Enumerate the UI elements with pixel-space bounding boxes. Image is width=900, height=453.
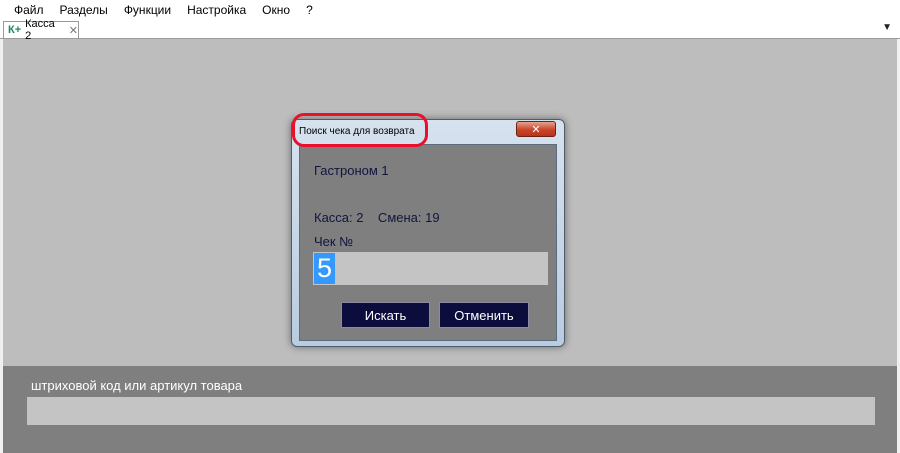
menu-functions[interactable]: Функции: [116, 0, 179, 20]
menu-file[interactable]: Файл: [0, 0, 52, 20]
cancel-button[interactable]: Отменить: [439, 302, 529, 328]
barcode-panel: штриховой код или артикул товара: [3, 366, 897, 453]
close-icon[interactable]: ✕: [69, 24, 78, 37]
menu-help[interactable]: ?: [298, 0, 321, 20]
tab-kassa-2[interactable]: К+ Касса 2 ✕: [3, 18, 79, 42]
dialog-title: Поиск чека для возврата: [299, 126, 415, 137]
dialog-body: Гастроном 1 Касса: 2 Смена: 19 Чек № 5 И…: [299, 144, 557, 341]
close-icon[interactable]: ✕: [516, 121, 556, 137]
menu-settings[interactable]: Настройка: [179, 0, 254, 20]
tab-bar: К+ Касса 2 ✕ ▼: [0, 18, 900, 42]
barcode-label: штриховой код или артикул товара: [31, 378, 243, 393]
menu-sections[interactable]: Разделы: [52, 0, 116, 20]
receipt-number-value: 5: [314, 253, 336, 284]
menu-window[interactable]: Окно: [254, 0, 298, 20]
chevron-down-icon[interactable]: ▼: [882, 22, 892, 33]
barcode-input[interactable]: [27, 397, 875, 425]
return-receipt-dialog: Поиск чека для возврата ✕ Гастроном 1 Ка…: [291, 119, 565, 347]
receipt-number-input[interactable]: 5: [313, 252, 548, 285]
menu-bar: Файл Разделы Функции Настройка Окно ?: [0, 0, 900, 20]
search-button[interactable]: Искать: [341, 302, 430, 328]
register-shift-info: Касса: 2 Смена: 19: [314, 210, 440, 225]
receipt-number-label: Чек №: [314, 234, 354, 249]
app-logo-icon: К+: [8, 24, 22, 36]
store-name: Гастроном 1: [314, 163, 389, 178]
